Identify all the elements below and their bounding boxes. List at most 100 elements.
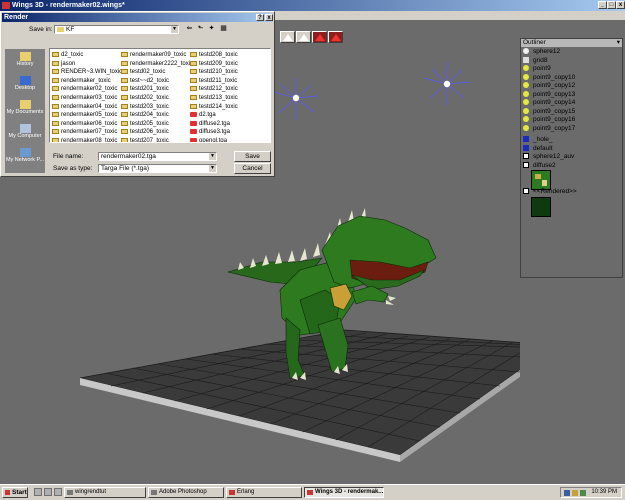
file-item[interactable]: opengl.tga <box>190 137 228 143</box>
outliner-item-point9-copy17[interactable]: point9_copy17 <box>523 125 575 133</box>
file-item[interactable]: rendermaker_toxic <box>52 77 111 85</box>
file-item[interactable]: rendermaker04_toxic <box>52 103 117 111</box>
close-button[interactable]: x <box>616 1 625 9</box>
file-item[interactable]: rendermaker02_toxic <box>52 85 117 93</box>
outliner-item-point9-copy14[interactable]: point9_copy14 <box>523 99 575 107</box>
outliner-item-sphere12-auv[interactable]: sphere12_auv <box>523 153 574 161</box>
outliner-item-grid8[interactable]: grid8 <box>523 57 547 65</box>
outliner-item-rendered[interactable]: <<Rendered>> <box>523 188 577 196</box>
volume-icon[interactable] <box>572 490 578 496</box>
file-item[interactable]: rendermaker2222_toxic <box>121 60 193 68</box>
file-name: testd214_toxic <box>199 103 238 110</box>
outliner-item-point9-copy10[interactable]: point9_copy10 <box>523 74 575 82</box>
file-item[interactable]: testd202_toxic <box>121 94 169 102</box>
back-icon[interactable]: ⇐ <box>185 25 194 33</box>
light-icon <box>523 73 529 80</box>
file-item[interactable]: rendermaker08_toxic <box>52 137 117 142</box>
task-wings3d[interactable]: Wings 3D - rendermak... <box>304 487 384 498</box>
file-item[interactable]: d2.tga <box>190 111 216 119</box>
save-in-dropdown[interactable]: KF ▼ <box>54 25 179 34</box>
outliner-item-point9-copy12[interactable]: point9_copy12 <box>523 82 575 90</box>
task-erlang[interactable]: Erlang <box>226 487 302 498</box>
file-name: testd208_toxic <box>199 52 238 58</box>
file-item[interactable]: testd208_toxic <box>190 51 238 59</box>
maximize-button[interactable]: □ <box>607 1 616 9</box>
outliner-item-point9-copy13[interactable]: point9_copy13 <box>523 91 575 99</box>
outliner-item-diffuse2[interactable]: diffuse2 <box>523 162 556 170</box>
tray-app-icon[interactable] <box>580 490 586 496</box>
rendered-thumbnail[interactable] <box>531 197 551 217</box>
vertex-mode-button[interactable] <box>280 31 295 43</box>
file-item[interactable]: rendermaker05_toxic <box>52 111 117 119</box>
places-history[interactable]: History <box>5 50 45 72</box>
file-item[interactable]: testd212_toxic <box>190 85 238 93</box>
places-my-computer[interactable]: My Computer <box>5 122 45 144</box>
file-item[interactable]: rendermaker03_toxic <box>52 94 117 102</box>
edge-mode-button[interactable] <box>296 31 311 43</box>
places-desktop[interactable]: Desktop <box>5 74 45 96</box>
file-item[interactable]: RENDER~3.WIN_toxic <box>52 68 122 76</box>
outliner-item-point9[interactable]: point9 <box>523 65 551 73</box>
file-name: testd213_toxic <box>199 95 238 101</box>
minimize-button[interactable]: _ <box>598 1 607 9</box>
file-item[interactable]: rendermaker09_toxic <box>121 51 186 59</box>
file-item[interactable]: testd201_toxic <box>121 85 169 93</box>
network-icon[interactable] <box>564 490 570 496</box>
erlang-icon <box>229 490 235 495</box>
outliner-item-sphere12[interactable]: sphere12 <box>523 48 560 56</box>
file-item[interactable]: testd205_toxic <box>121 120 169 128</box>
view-menu-icon[interactable]: ▦ <box>219 25 228 33</box>
outliner-item-hole[interactable]: _hole_ <box>523 136 553 144</box>
outliner-item-point9-copy15[interactable]: point9_copy15 <box>523 108 575 116</box>
folder-icon <box>121 51 128 57</box>
file-item[interactable]: d2_toxic <box>52 51 83 59</box>
file-item[interactable]: jason <box>52 60 75 68</box>
file-name-input[interactable]: rendermaker02.tga ▼ <box>98 152 217 161</box>
task-wingrendtut[interactable]: wingrendtut <box>64 487 146 498</box>
file-name: rendermaker06_toxic <box>61 120 118 127</box>
body-mode-button[interactable] <box>328 31 343 43</box>
file-item[interactable]: testd207_toxic <box>121 137 169 142</box>
file-item[interactable]: testd213_toxic <box>190 94 238 102</box>
file-item[interactable]: testd210_toxic <box>190 68 238 76</box>
file-item[interactable]: test~~d2_toxic <box>121 77 169 85</box>
face-mode-button[interactable] <box>312 31 327 43</box>
places-my-documents[interactable]: My Documents <box>5 98 45 120</box>
outliner-item-label: sphere12 <box>533 48 561 55</box>
up-folder-icon[interactable]: ⬑ <box>196 25 205 33</box>
show-desktop-icon[interactable] <box>34 488 42 496</box>
outliner-item-label: point9_copy12 <box>533 82 576 89</box>
file-item[interactable]: diffuse2.tga <box>190 120 230 128</box>
save-as-type-dropdown[interactable]: Targa File (*.tga) ▼ <box>98 164 217 173</box>
new-folder-icon[interactable]: ✦ <box>207 25 216 33</box>
file-item[interactable]: testd02_toxic <box>121 68 165 76</box>
outlook-express-icon[interactable] <box>54 488 62 496</box>
help-button[interactable]: ? <box>256 14 264 21</box>
file-name: opengl.tga <box>199 138 228 143</box>
task-photoshop[interactable]: Adobe Photoshop <box>148 487 224 498</box>
places-label: My Network P... <box>5 157 45 163</box>
collapse-icon[interactable]: ▾ <box>617 39 620 47</box>
outliner-item-default[interactable]: default <box>523 145 553 153</box>
outliner-item-point9-copy16[interactable]: point9_copy16 <box>523 116 575 124</box>
file-item[interactable]: diffuse3.tga <box>190 128 230 136</box>
file-item[interactable]: testd209_toxic <box>190 60 238 68</box>
file-item[interactable]: rendermaker07_toxic <box>52 128 117 136</box>
file-item[interactable]: testd211_toxic <box>190 77 237 85</box>
file-item[interactable]: testd204_toxic <box>121 111 169 119</box>
file-item[interactable]: testd206_toxic <box>121 128 169 136</box>
wings-app-icon <box>307 490 313 495</box>
cancel-button[interactable]: Cancel <box>234 163 271 174</box>
file-list[interactable]: d2_toxic jason RENDER~3.WIN_toxic rendermak… <box>49 48 271 143</box>
dialog-close-button[interactable]: x <box>265 14 273 21</box>
outliner-item-label: default <box>533 144 553 152</box>
internet-explorer-icon[interactable] <box>44 488 52 496</box>
save-button[interactable]: Save <box>234 151 271 162</box>
file-item[interactable]: testd214_toxic <box>190 103 238 111</box>
file-item[interactable]: testd203_toxic <box>121 103 169 111</box>
places-my-network[interactable]: My Network P... <box>5 146 45 168</box>
start-button[interactable]: Start <box>2 487 28 498</box>
diffuse2-thumbnail[interactable] <box>531 170 551 190</box>
folder-icon <box>121 103 128 109</box>
file-item[interactable]: rendermaker06_toxic <box>52 120 117 128</box>
